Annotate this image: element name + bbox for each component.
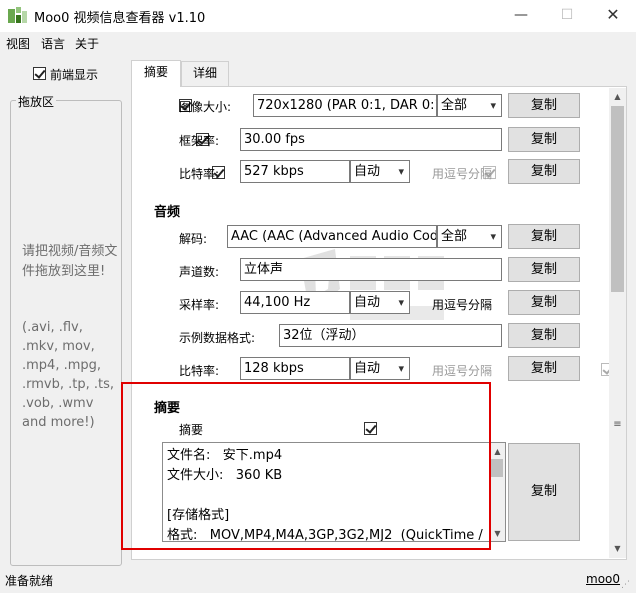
summary-line: 文件名: 安下.mp4 bbox=[167, 448, 283, 463]
menu-language[interactable]: 语言 bbox=[41, 35, 65, 52]
copy-codec-button[interactable]: 复制 bbox=[508, 224, 580, 249]
main-scroll-thumb[interactable] bbox=[611, 106, 624, 292]
video-bitrate-unit-value: 自动 bbox=[354, 164, 381, 179]
audio-section-title: 音频 bbox=[154, 205, 181, 220]
drop-zone-extensions: (.avi, .flv, .mkv, mov, .mp4, .mpg, .rmv… bbox=[22, 320, 115, 430]
menu-bar: 视图 语言 关于 bbox=[0, 32, 636, 54]
drop-zone-hint: 请把视频/音频文件拖放到这里! bbox=[22, 244, 118, 279]
codec-field[interactable]: AAC (AAC (Advanced Audio Codec)) bbox=[227, 225, 437, 248]
copy-audio-bitrate-button[interactable]: 复制 bbox=[508, 356, 580, 381]
video-bitrate-label: 比特率: bbox=[179, 167, 220, 181]
moo0-link[interactable]: moo0 bbox=[586, 572, 620, 586]
frame-rate-field[interactable]: 30.00 fps bbox=[240, 128, 502, 151]
channels-label: 声道数: bbox=[179, 265, 220, 279]
audio-bitrate-comma-label: 用逗号分隔 bbox=[432, 364, 493, 378]
scroll-down-icon[interactable]: ▼ bbox=[609, 540, 626, 557]
copy-image-size-button[interactable]: 复制 bbox=[508, 93, 580, 118]
summary-section-title: 摘要 bbox=[154, 401, 181, 416]
sample-rate-unit-select[interactable]: 自动 ▾ bbox=[350, 291, 410, 314]
audio-bitrate-field[interactable]: 128 kbps bbox=[240, 357, 350, 380]
copy-video-bitrate-button[interactable]: 复制 bbox=[508, 159, 580, 184]
audio-bitrate-label: 比特率: bbox=[179, 364, 220, 378]
sample-rate-unit-value: 自动 bbox=[354, 295, 381, 310]
video-bitrate-unit-select[interactable]: 自动 ▾ bbox=[350, 160, 410, 183]
close-button[interactable]: ✕ bbox=[590, 0, 636, 32]
video-bitrate-comma-label: 用逗号分隔 bbox=[432, 167, 493, 181]
video-bitrate-field[interactable]: 527 kbps bbox=[240, 160, 350, 183]
audio-bitrate-unit-value: 自动 bbox=[354, 361, 381, 376]
image-size-scope-select[interactable]: 全部 ▾ bbox=[437, 94, 502, 117]
topmost-checkbox[interactable] bbox=[33, 67, 46, 80]
copy-sample-rate-button[interactable]: 复制 bbox=[508, 290, 580, 315]
audio-bitrate-unit-select[interactable]: 自动 ▾ bbox=[350, 357, 410, 380]
summary-scroll-up-icon[interactable]: ▲ bbox=[489, 443, 506, 460]
chevron-down-icon: ▾ bbox=[490, 230, 496, 243]
summary-checkbox[interactable] bbox=[363, 422, 377, 435]
summary-check-label: 摘要 bbox=[179, 423, 204, 437]
channels-field[interactable]: 立体声 bbox=[240, 258, 502, 281]
codec-scope-value: 全部 bbox=[441, 229, 468, 244]
window-title: Moo0 视频信息查看器 v1.10 bbox=[34, 11, 206, 26]
chevron-down-icon: ▾ bbox=[398, 165, 404, 178]
sample-rate-field[interactable]: 44,100 Hz bbox=[240, 291, 350, 314]
maximize-button[interactable]: ☐ bbox=[544, 0, 590, 32]
chevron-down-icon: ▾ bbox=[490, 99, 496, 112]
copy-frame-rate-button[interactable]: 复制 bbox=[508, 127, 580, 152]
copy-summary-button[interactable]: 复制 bbox=[508, 443, 580, 541]
summary-textarea[interactable]: 文件名: 安下.mp4 文件大小: 360 KB [存储格式] 格式: MOV,MP… bbox=[162, 442, 506, 542]
summary-line: 文件大小: 360 KB bbox=[167, 468, 283, 483]
summary-line bbox=[167, 486, 501, 506]
tab-detail[interactable]: 详细 bbox=[181, 61, 229, 86]
codec-label: 解码: bbox=[179, 232, 208, 246]
scroll-handle-icon[interactable]: ≡ bbox=[609, 416, 626, 433]
codec-scope-select[interactable]: 全部 ▾ bbox=[437, 225, 502, 248]
summary-line: 格式: MOV,MP4,M4A,3GP,3G2,MJ2 (QuickTime / bbox=[167, 528, 483, 542]
menu-about[interactable]: 关于 bbox=[75, 35, 99, 52]
status-text: 准备就绪 bbox=[5, 574, 54, 588]
summary-scroll-thumb[interactable] bbox=[491, 459, 503, 477]
frame-rate-label: 框架率: bbox=[179, 134, 220, 148]
tab-summary[interactable]: 摘要 bbox=[131, 60, 181, 87]
chevron-down-icon: ▾ bbox=[398, 296, 404, 309]
chevron-down-icon: ▾ bbox=[398, 362, 404, 375]
app-logo-icon bbox=[8, 7, 27, 23]
summary-line: [存储格式] bbox=[167, 508, 230, 523]
sample-format-field[interactable]: 32位（浮动） bbox=[279, 324, 502, 347]
sample-format-label: 示例数据格式: bbox=[179, 331, 256, 345]
topmost-label: 前端显示 bbox=[50, 68, 99, 82]
menu-view[interactable]: 视图 bbox=[6, 35, 30, 52]
copy-sample-format-button[interactable]: 复制 bbox=[508, 323, 580, 348]
image-size-label: 图像大小: bbox=[179, 100, 232, 114]
summary-scroll-down-icon[interactable]: ▼ bbox=[489, 525, 506, 542]
image-size-field[interactable]: 720x1280 (PAR 0:1, DAR 0:1) bbox=[253, 94, 437, 117]
sample-rate-label: 采样率: bbox=[179, 298, 220, 312]
copy-channels-button[interactable]: 复制 bbox=[508, 257, 580, 282]
resize-grip-icon[interactable]: ⋰ bbox=[621, 580, 630, 590]
image-size-scope-value: 全部 bbox=[441, 98, 468, 113]
minimize-button[interactable]: — bbox=[498, 0, 544, 32]
scroll-up-icon[interactable]: ▲ bbox=[609, 88, 626, 105]
drop-zone-title: 拖放区 bbox=[16, 93, 57, 110]
sample-rate-comma-label: 用逗号分隔 bbox=[432, 298, 493, 312]
